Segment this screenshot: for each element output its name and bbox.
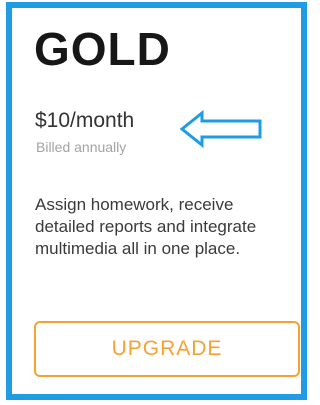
- plan-card: GOLD $10/month Billed annually Assign ho…: [6, 2, 307, 400]
- plan-description: Assign homework, receive detailed report…: [35, 195, 257, 258]
- upgrade-button[interactable]: UPGRADE: [34, 321, 300, 377]
- left-arrow-icon: [180, 110, 262, 148]
- plan-name: GOLD: [34, 23, 171, 75]
- billing-note: Billed annually: [36, 139, 127, 155]
- plan-price: $10/month: [35, 109, 135, 132]
